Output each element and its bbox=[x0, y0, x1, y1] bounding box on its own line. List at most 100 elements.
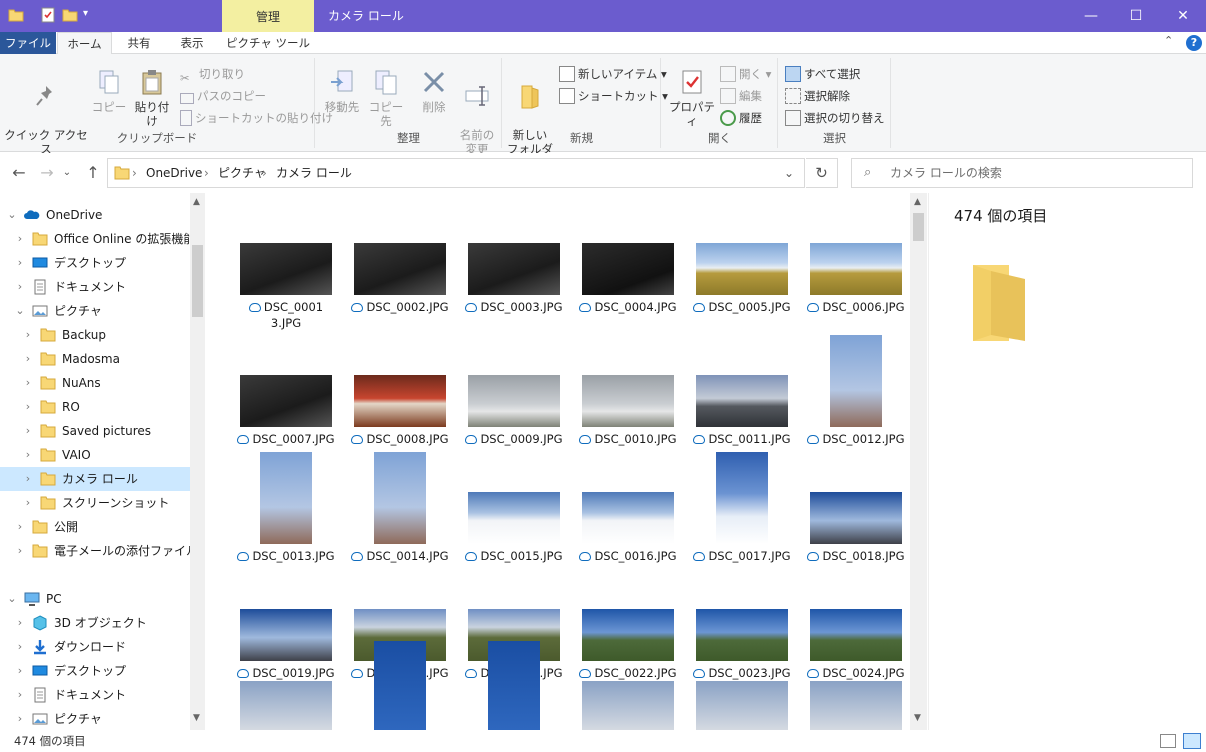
photo-thumbnail[interactable] bbox=[468, 375, 560, 427]
invert-selection-button[interactable]: 選択の切り替え bbox=[785, 108, 885, 128]
nav-item[interactable]: › カメラ ロール bbox=[0, 467, 190, 491]
tab-home[interactable]: ホーム bbox=[57, 32, 112, 55]
scroll-down-icon[interactable]: ▼ bbox=[914, 713, 921, 723]
photo-thumbnail[interactable] bbox=[374, 641, 426, 730]
collapse-chevron-icon[interactable]: › bbox=[14, 251, 26, 275]
photo-thumbnail[interactable] bbox=[582, 609, 674, 661]
nav-item[interactable]: › ドキュメント bbox=[0, 275, 190, 299]
photo-thumbnail[interactable] bbox=[374, 452, 426, 544]
nav-item[interactable]: › ダウンロード bbox=[0, 635, 190, 659]
breadcrumb-pictures[interactable]: ピクチャ bbox=[218, 159, 266, 187]
address-dropdown-icon[interactable]: ⌄ bbox=[784, 159, 794, 187]
nav-item[interactable]: › 公開 bbox=[0, 515, 190, 539]
collapse-chevron-icon[interactable]: › bbox=[22, 347, 34, 371]
up-arrow-icon[interactable]: ↑ bbox=[82, 161, 104, 185]
photo-thumbnail[interactable] bbox=[582, 681, 674, 730]
collapse-chevron-icon[interactable]: › bbox=[22, 467, 34, 491]
nav-item[interactable]: › ピクチャ bbox=[0, 707, 190, 730]
maximize-button[interactable]: ☐ bbox=[1113, 0, 1159, 32]
collapse-chevron-icon[interactable]: › bbox=[22, 443, 34, 467]
collapse-chevron-icon[interactable]: › bbox=[14, 275, 26, 299]
nav-item[interactable]: › デスクトップ bbox=[0, 251, 190, 275]
collapse-chevron-icon[interactable]: › bbox=[14, 611, 26, 635]
nav-item[interactable]: › VAIO bbox=[0, 443, 190, 467]
nav-item[interactable]: › RO bbox=[0, 395, 190, 419]
photo-thumbnail[interactable] bbox=[468, 492, 560, 544]
tab-file[interactable]: ファイル bbox=[0, 32, 56, 54]
collapse-chevron-icon[interactable]: › bbox=[22, 323, 34, 347]
recent-locations-chevron-icon[interactable]: ⌄ bbox=[60, 161, 74, 185]
nav-item[interactable]: › NuAns bbox=[0, 371, 190, 395]
nav-item[interactable]: › スクリーンショット bbox=[0, 491, 190, 515]
photo-thumbnail[interactable] bbox=[810, 609, 902, 661]
copy-to-button[interactable]: コピー先 bbox=[364, 68, 408, 128]
scroll-up-icon[interactable]: ▲ bbox=[914, 197, 921, 207]
move-to-button[interactable]: 移動先 bbox=[320, 68, 364, 114]
cut-button[interactable]: ✂ 切り取り bbox=[180, 64, 245, 85]
nav-item[interactable]: › ドキュメント bbox=[0, 683, 190, 707]
properties-button[interactable]: プロパティ bbox=[666, 68, 718, 128]
details-view-icon[interactable] bbox=[1160, 734, 1176, 748]
photo-thumbnail[interactable] bbox=[240, 375, 332, 427]
collapse-chevron-icon[interactable]: › bbox=[22, 371, 34, 395]
photo-thumbnail[interactable] bbox=[260, 452, 312, 544]
collapse-chevron-icon[interactable]: › bbox=[14, 683, 26, 707]
context-tab-manage[interactable]: 管理 bbox=[222, 0, 314, 32]
nav-item[interactable]: › 電子メールの添付ファイル bbox=[0, 539, 198, 563]
delete-button[interactable]: 削除 bbox=[414, 68, 454, 114]
photo-thumbnail[interactable] bbox=[696, 609, 788, 661]
nav-item[interactable]: › 3D オブジェクト bbox=[0, 611, 190, 635]
photo-thumbnail[interactable] bbox=[810, 243, 902, 295]
new-item-button[interactable]: 新しいアイテム ▾ bbox=[559, 64, 667, 84]
photo-thumbnail[interactable] bbox=[810, 492, 902, 544]
photo-thumbnail[interactable] bbox=[354, 375, 446, 427]
photo-thumbnail[interactable] bbox=[488, 641, 540, 730]
forward-arrow-icon[interactable]: → bbox=[36, 161, 58, 185]
photo-thumbnail[interactable] bbox=[696, 375, 788, 427]
large-icons-view-icon[interactable] bbox=[1183, 733, 1201, 749]
nav-item[interactable]: › Madosma bbox=[0, 347, 190, 371]
properties-quick-icon[interactable] bbox=[40, 7, 56, 23]
tab-view[interactable]: 表示 bbox=[166, 32, 218, 54]
new-folder-quick-icon[interactable] bbox=[62, 7, 78, 23]
minimize-button[interactable]: — bbox=[1068, 0, 1114, 32]
copy-path-button[interactable]: パスのコピー bbox=[180, 86, 266, 106]
collapse-chevron-icon[interactable]: › bbox=[14, 539, 26, 563]
select-none-button[interactable]: 選択解除 bbox=[785, 86, 850, 106]
nav-item[interactable]: › Backup bbox=[0, 323, 190, 347]
refresh-icon[interactable]: ↻ bbox=[806, 158, 838, 188]
breadcrumb-onedrive[interactable]: OneDrive bbox=[146, 159, 202, 187]
collapse-chevron-icon[interactable]: › bbox=[14, 227, 26, 251]
content-scroll-thumb[interactable] bbox=[913, 213, 924, 241]
history-button[interactable]: 履歴 bbox=[720, 108, 762, 128]
content-scrollbar[interactable]: ▲ ▼ bbox=[910, 193, 927, 730]
tab-share[interactable]: 共有 bbox=[114, 32, 164, 54]
paste-button[interactable]: 貼り付け bbox=[130, 68, 174, 128]
expand-chevron-icon[interactable]: ⌄ bbox=[6, 203, 18, 227]
photo-thumbnail[interactable] bbox=[468, 243, 560, 295]
photo-thumbnail[interactable] bbox=[240, 681, 332, 730]
copy-button[interactable]: コピー bbox=[90, 68, 128, 114]
photo-thumbnail[interactable] bbox=[240, 243, 332, 295]
quick-access-dropdown-icon[interactable]: ▾ bbox=[83, 8, 88, 19]
collapse-chevron-icon[interactable]: › bbox=[14, 707, 26, 730]
expand-chevron-icon[interactable]: ⌄ bbox=[14, 299, 26, 323]
scroll-down-icon[interactable]: ▼ bbox=[193, 713, 200, 723]
search-input[interactable]: ⌕ カメラ ロールの検索 bbox=[851, 158, 1193, 188]
collapse-ribbon-icon[interactable]: ⌃ bbox=[1164, 34, 1173, 47]
photo-thumbnail[interactable] bbox=[830, 335, 882, 427]
address-field[interactable]: › OneDrive › ピクチャ › カメラ ロール ⌄ bbox=[107, 158, 805, 188]
collapse-chevron-icon[interactable]: › bbox=[22, 395, 34, 419]
paste-shortcut-button[interactable]: ショートカットの貼り付け bbox=[180, 108, 333, 128]
photo-thumbnail[interactable] bbox=[240, 609, 332, 661]
photo-thumbnail[interactable] bbox=[696, 243, 788, 295]
photo-thumbnail[interactable] bbox=[716, 452, 768, 544]
scroll-up-icon[interactable]: ▲ bbox=[193, 197, 200, 207]
photo-thumbnail[interactable] bbox=[582, 492, 674, 544]
collapse-chevron-icon[interactable]: › bbox=[14, 659, 26, 683]
photo-thumbnail[interactable] bbox=[696, 681, 788, 730]
collapse-chevron-icon[interactable]: › bbox=[22, 419, 34, 443]
nav-item[interactable]: › Saved pictures bbox=[0, 419, 190, 443]
nav-item[interactable]: ⌄ OneDrive bbox=[0, 203, 190, 227]
select-all-button[interactable]: すべて選択 bbox=[785, 64, 860, 84]
